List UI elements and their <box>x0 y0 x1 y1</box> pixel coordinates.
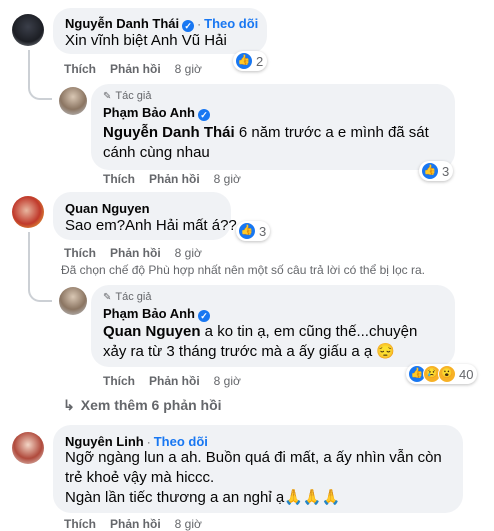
comment-author[interactable]: Phạm Bảo Anh <box>103 105 195 120</box>
comment-text: Ngỡ ngàng lun a ah. Buồn quá đi mất, a ấ… <box>65 449 442 506</box>
comment-author[interactable]: Nguyễn Danh Thái <box>65 16 179 31</box>
timestamp[interactable]: 8 giờ <box>214 172 241 186</box>
comment-actions: Thích Phản hồi 8 giờ <box>64 62 202 76</box>
comment-bubble: Quan Nguyen Sao em?Anh Hải mất á?? <box>53 192 237 240</box>
avatar[interactable] <box>59 287 87 315</box>
reaction-count: 40 <box>459 366 474 382</box>
timestamp[interactable]: 8 giờ <box>175 517 202 531</box>
reply-arrow-icon: ↳ <box>63 397 75 413</box>
comment-bubble: Nguyễn Danh Thái ✓ · Theo dõi Xin vĩnh biệt… <box>53 8 267 54</box>
see-more-label: Xem thêm 6 phản hồi <box>80 397 222 413</box>
reaction-count: 3 <box>442 163 450 179</box>
reaction-summary[interactable]: 👍 2 <box>233 51 268 71</box>
separator-dot: · <box>146 435 151 449</box>
follow-button[interactable]: Theo dõi <box>154 434 208 449</box>
author-badge-label: Tác giả <box>115 90 152 102</box>
avatar[interactable] <box>12 196 44 228</box>
verified-icon: ✓ <box>197 310 210 322</box>
reply-bubble: ✎ Tác giả Phạm Bảo Anh ✓ Nguyễn Danh Thái … <box>91 84 455 170</box>
separator-dot: · <box>197 17 202 31</box>
author-badge-label: Tác giả <box>115 291 152 303</box>
reply-button[interactable]: Phản hồi <box>149 172 200 186</box>
avatar[interactable] <box>12 14 44 46</box>
comment-bubble: Nguyên Linh · Theo dõi Ngỡ ngàng lun a ah.… <box>53 425 463 513</box>
reply-button[interactable]: Phản hồi <box>110 62 161 76</box>
avatar[interactable] <box>59 87 87 115</box>
like-button[interactable]: Thích <box>103 172 135 186</box>
comment-text: Sao em?Anh Hải mất á?? <box>65 217 237 234</box>
comment-actions: Thích Phản hồi 8 giờ <box>64 246 202 260</box>
comment-author[interactable]: Quan Nguyen <box>65 201 150 216</box>
timestamp[interactable]: 8 giờ <box>214 374 241 388</box>
comment-actions: Thích Phản hồi 8 giờ <box>64 517 202 531</box>
reply-button[interactable]: Phản hồi <box>110 246 161 260</box>
reaction-count: 2 <box>256 53 264 69</box>
comment-text: Nguyễn Danh Thái 6 năm trước a e mình đã… <box>103 124 429 161</box>
like-reaction-icon: 👍 <box>421 162 439 180</box>
comment-actions: Thích Phản hồi 8 giờ <box>103 172 241 186</box>
author-badge: ✎ Tác giả <box>103 90 151 102</box>
timestamp[interactable]: 8 giờ <box>175 246 202 260</box>
thread-connector <box>28 232 52 302</box>
follow-button[interactable]: Theo dõi <box>204 16 258 31</box>
reply-button[interactable]: Phản hồi <box>110 517 161 531</box>
comment-text: Xin vĩnh biệt Anh Vũ Hải <box>65 32 227 49</box>
like-button[interactable]: Thích <box>64 62 96 76</box>
pen-icon: ✎ <box>103 291 112 303</box>
reaction-summary[interactable]: 👍 3 <box>236 221 271 241</box>
reaction-count: 3 <box>259 223 267 239</box>
wow-reaction-icon: 😮 <box>438 365 456 383</box>
like-reaction-icon: 👍 <box>238 222 256 240</box>
like-button[interactable]: Thích <box>64 517 96 531</box>
reaction-summary[interactable]: 👍 3 <box>419 161 454 181</box>
reaction-summary[interactable]: 👍 😢 😮 40 <box>406 364 478 384</box>
verified-icon: ✓ <box>197 109 210 121</box>
reply-bubble: ✎ Tác giả Phạm Bảo Anh ✓ Quan Nguyen a ko … <box>91 285 455 367</box>
comment-actions: Thích Phản hồi 8 giờ <box>103 374 241 388</box>
filter-notice: Đã chọn chế độ Phù hợp nhất nên một số c… <box>61 263 425 277</box>
mention-link[interactable]: Nguyễn Danh Thái <box>103 124 235 141</box>
like-reaction-icon: 👍 <box>235 52 253 70</box>
timestamp[interactable]: 8 giờ <box>175 62 202 76</box>
comment-text: Quan Nguyen a ko tin ạ, em cũng thế...ch… <box>103 323 418 360</box>
mention-link[interactable]: Quan Nguyen <box>103 323 201 340</box>
reply-button[interactable]: Phản hồi <box>149 374 200 388</box>
pen-icon: ✎ <box>103 90 112 102</box>
avatar[interactable] <box>12 432 44 464</box>
author-badge: ✎ Tác giả <box>103 291 151 303</box>
comment-author[interactable]: Nguyên Linh <box>65 434 144 449</box>
comment-author[interactable]: Phạm Bảo Anh <box>103 306 195 321</box>
like-button[interactable]: Thích <box>103 374 135 388</box>
see-more-replies-link[interactable]: ↳ Xem thêm 6 phản hồi <box>63 397 222 414</box>
thread-connector <box>28 50 52 100</box>
like-button[interactable]: Thích <box>64 246 96 260</box>
